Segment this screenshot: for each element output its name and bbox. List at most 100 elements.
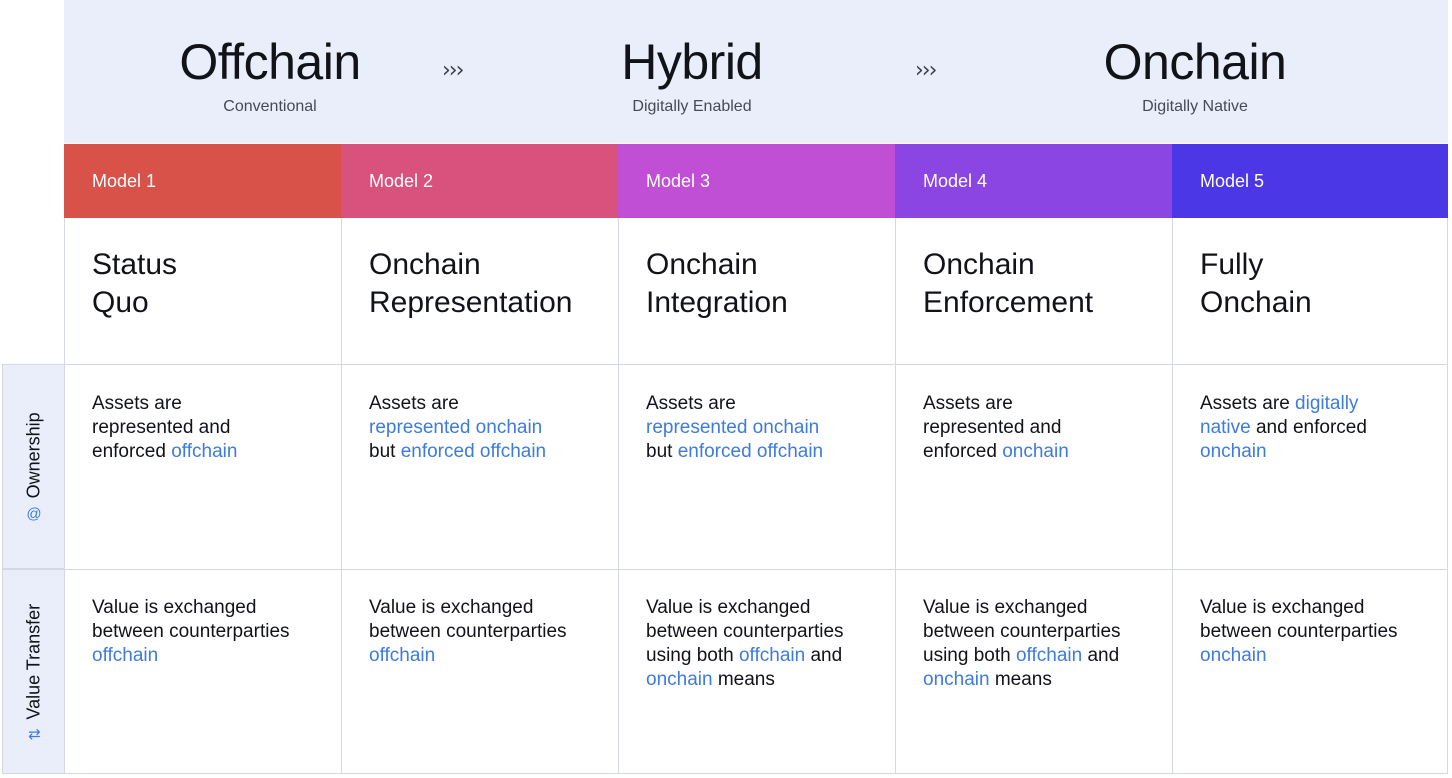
- row-label: Ownership: [23, 411, 43, 498]
- highlighted-text: enforced offchain: [400, 441, 547, 462]
- cell-text: Value is exchanged: [923, 597, 1088, 618]
- model-2-title: Onchain Representation: [369, 246, 572, 322]
- stage-onchain: Onchain Digitally Native: [985, 34, 1405, 116]
- model-1-header: Model 1: [64, 144, 341, 218]
- cell-text: between counterparties: [92, 621, 290, 642]
- highlighted-text: represented onchain: [369, 417, 543, 438]
- highlighted-text: enforced offchain: [677, 441, 824, 462]
- highlighted-text: digitally: [1295, 393, 1359, 414]
- title-line: Onchain: [923, 248, 1035, 281]
- cell-text: but: [369, 441, 401, 462]
- cell-text: represented and: [92, 417, 231, 438]
- cell-text: between counterparties: [923, 621, 1121, 642]
- grid-divider: [2, 569, 1448, 570]
- cell-text: Assets are: [369, 393, 459, 414]
- row-label-text: @ Ownership: [23, 411, 44, 523]
- value-transfer-cell: Value is exchanged between counterparties…: [92, 596, 337, 668]
- cell-text: and enforced: [1250, 417, 1367, 438]
- highlighted-text: onchain: [923, 669, 990, 690]
- model-3-header: Model 3: [618, 144, 895, 218]
- highlighted-text: native: [1200, 417, 1251, 438]
- cell-text: using both: [923, 645, 1016, 666]
- highlighted-text: onchain: [1200, 645, 1267, 666]
- at-sign-icon: @: [25, 505, 42, 523]
- row-label-text: ⇄ Value Transfer: [23, 603, 44, 743]
- ownership-cell: Assets are represented and enforced offcha…: [92, 392, 337, 464]
- stage-title: Onchain: [1103, 34, 1287, 90]
- cell-text: enforced: [92, 441, 172, 462]
- ownership-cell: Assets are represented onchain but enforce…: [369, 392, 614, 464]
- cell-text: Assets are: [92, 393, 182, 414]
- title-line: Enforcement: [923, 286, 1094, 319]
- cell-text: represented and: [923, 417, 1062, 438]
- highlighted-text: offchain: [92, 645, 159, 666]
- title-line: Status: [92, 248, 178, 281]
- cell-text: Assets are: [923, 393, 1013, 414]
- highlighted-text: offchain: [738, 645, 806, 666]
- cell-text: means: [989, 669, 1052, 690]
- cell-text: between counterparties: [1200, 621, 1398, 642]
- value-transfer-cell: Value is exchanged between counterparties…: [923, 596, 1168, 692]
- value-transfer-cell: Value is exchanged between counterparties…: [646, 596, 891, 692]
- highlighted-text: onchain: [646, 669, 713, 690]
- highlighted-text: offchain: [1015, 645, 1083, 666]
- title-line: Onchain: [369, 248, 481, 281]
- model-3-title: Onchain Integration: [646, 246, 788, 322]
- grid-divider: [618, 218, 619, 774]
- row-label-ownership: @ Ownership: [2, 364, 65, 569]
- value-transfer-cell: Value is exchanged between counterparties…: [1200, 596, 1445, 668]
- arrows-exchange-icon: ⇄: [27, 725, 40, 743]
- model-4-title: Onchain Enforcement: [923, 246, 1093, 322]
- row-label-value-transfer: ⇄ Value Transfer: [2, 569, 65, 774]
- title-line: Fully: [1200, 248, 1264, 281]
- highlighted-text: offchain: [369, 645, 436, 666]
- row-label: Value Transfer: [23, 603, 43, 720]
- ownership-cell: Assets are digitally native and enforced o…: [1200, 392, 1445, 464]
- highlighted-text: onchain: [1002, 441, 1069, 462]
- model-2-header: Model 2: [341, 144, 618, 218]
- ownership-cell: Assets are represented and enforced onchai…: [923, 392, 1168, 464]
- model-5-header: Model 5: [1172, 144, 1448, 218]
- cell-text: and: [1082, 645, 1120, 666]
- chevrons-right-icon: ›››: [915, 58, 937, 83]
- highlighted-text: onchain: [1200, 441, 1267, 462]
- cell-text: Assets are: [646, 393, 736, 414]
- cell-text: Value is exchanged: [646, 597, 811, 618]
- cell-text: Assets are: [1200, 393, 1296, 414]
- model-4-header: Model 4: [895, 144, 1172, 218]
- cell-text: enforced: [923, 441, 1003, 462]
- grid-divider: [341, 218, 342, 774]
- value-transfer-cell: Value is exchanged between counterparties…: [369, 596, 614, 668]
- grid-divider: [1447, 218, 1448, 774]
- cell-text: Value is exchanged: [92, 597, 257, 618]
- cell-text: Value is exchanged: [1200, 597, 1365, 618]
- cell-text: between counterparties: [369, 621, 567, 642]
- ownership-cell: Assets are represented onchain but enforce…: [646, 392, 891, 464]
- highlighted-text: represented onchain: [646, 417, 820, 438]
- stage-title: Offchain: [179, 34, 361, 90]
- grid-divider: [1172, 218, 1173, 774]
- title-line: Quo: [92, 286, 149, 319]
- highlighted-text: offchain: [171, 441, 238, 462]
- stage-subtitle: Conventional: [223, 98, 317, 115]
- model-5-title: Fully Onchain: [1200, 246, 1312, 322]
- onchain-models-diagram: Offchain Conventional ››› Hybrid Digital…: [0, 0, 1452, 778]
- cell-text: means: [712, 669, 775, 690]
- grid-divider: [2, 773, 1448, 774]
- stage-subtitle: Digitally Native: [1142, 98, 1248, 115]
- title-line: Integration: [646, 286, 788, 319]
- cell-text: using both: [646, 645, 739, 666]
- cell-text: and: [805, 645, 843, 666]
- stage-title: Hybrid: [621, 34, 763, 90]
- stage-hybrid: Hybrid Digitally Enabled: [482, 34, 902, 116]
- stage-offchain: Offchain Conventional: [60, 34, 480, 116]
- grid-divider: [895, 218, 896, 774]
- model-1-title: Status Quo: [92, 246, 177, 322]
- cell-text: but: [646, 441, 678, 462]
- title-line: Onchain: [646, 248, 758, 281]
- cell-text: Value is exchanged: [369, 597, 534, 618]
- grid-divider: [2, 364, 1448, 365]
- stage-subtitle: Digitally Enabled: [632, 98, 752, 115]
- title-line: Representation: [369, 286, 573, 319]
- title-line: Onchain: [1200, 286, 1312, 319]
